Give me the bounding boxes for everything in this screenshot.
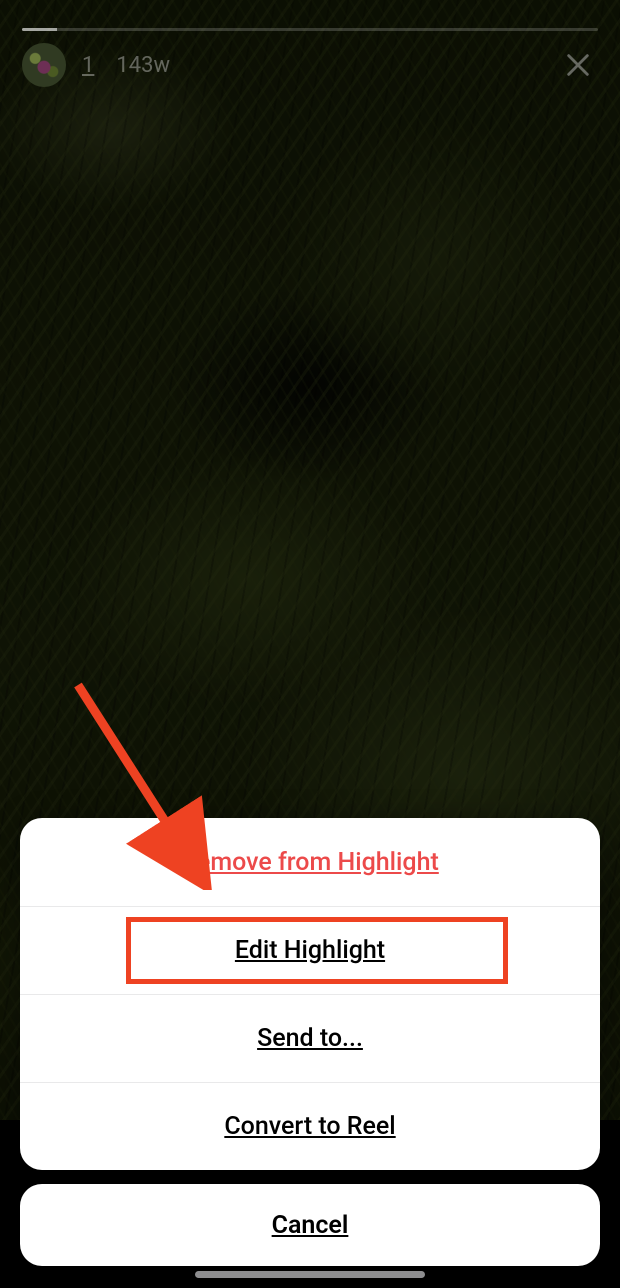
story-header-row: 1 143w [22,43,598,87]
remove-from-highlight-option[interactable]: Remove from Highlight [20,818,600,906]
option-label: Remove from Highlight [181,848,439,877]
annotation-highlight-box [126,917,508,984]
cancel-label: Cancel [272,1211,349,1240]
story-index[interactable]: 1 [82,53,94,78]
edit-highlight-option[interactable]: Edit Highlight [20,906,600,994]
cancel-button[interactable]: Cancel [20,1184,600,1266]
avatar[interactable] [22,43,66,87]
story-top-bar: 1 143w [0,0,620,87]
option-label: Send to... [257,1024,363,1053]
close-button[interactable] [558,45,598,85]
action-sheet-container: Remove from Highlight Edit Highlight Sen… [0,818,620,1288]
option-label: Convert to Reel [224,1112,395,1141]
home-indicator[interactable] [195,1271,425,1278]
story-age: 143w [116,53,170,78]
story-progress-fill [22,28,57,31]
story-progress-track [22,28,598,31]
send-to-option[interactable]: Send to... [20,994,600,1082]
close-icon [564,51,592,79]
convert-to-reel-option[interactable]: Convert to Reel [20,1082,600,1170]
action-sheet: Remove from Highlight Edit Highlight Sen… [20,818,600,1170]
